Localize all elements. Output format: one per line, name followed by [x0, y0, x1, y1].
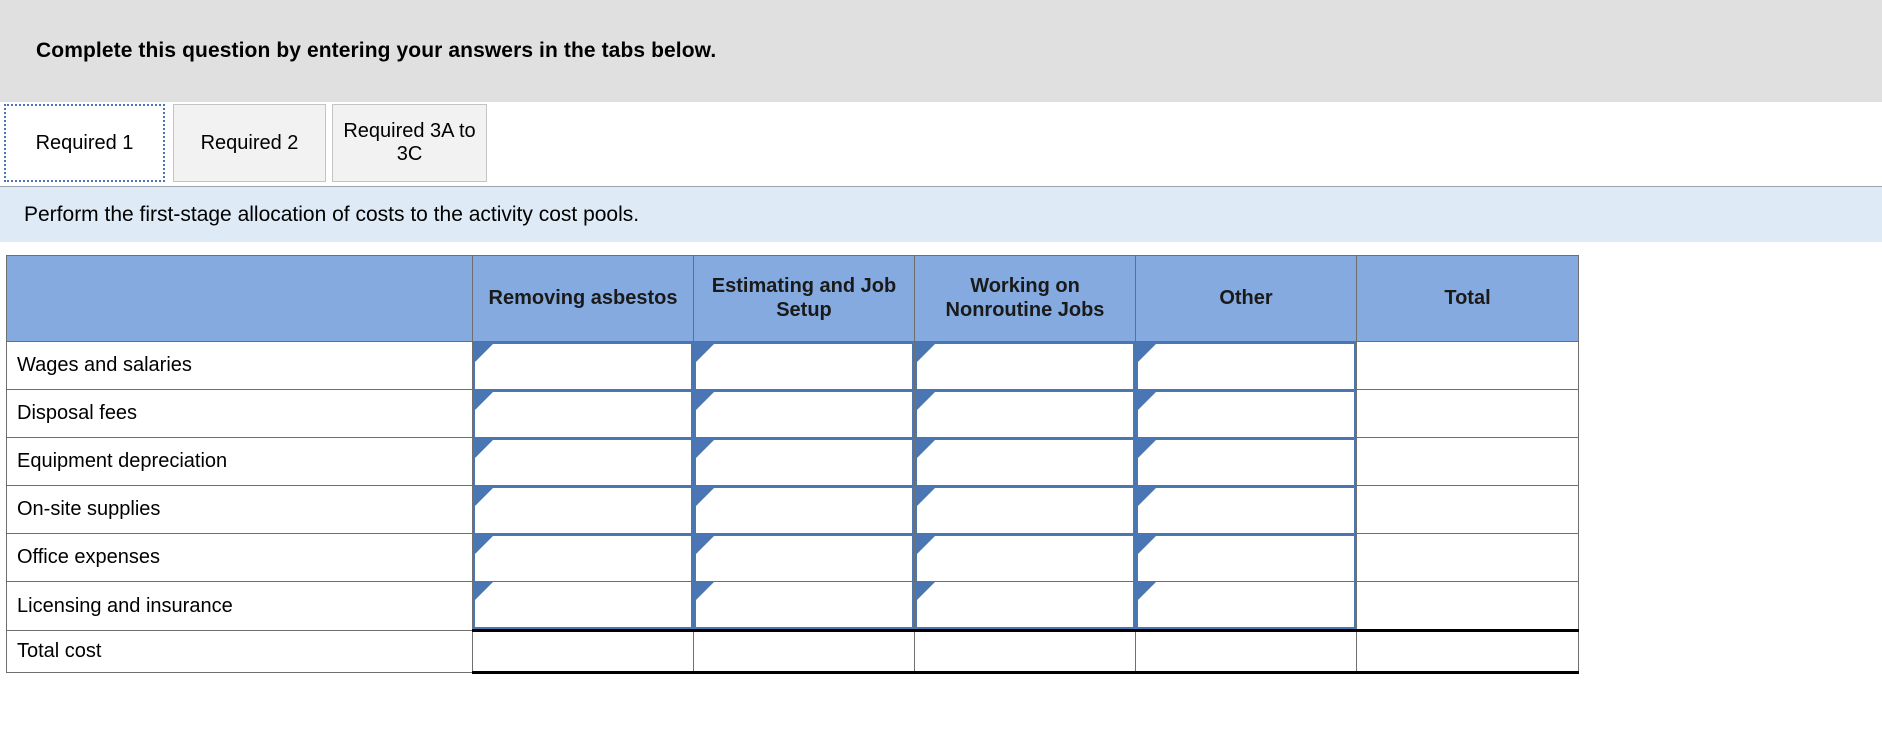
cell-onsite-nonroutine-jobs[interactable]	[914, 485, 1136, 534]
tab-required-3a-to-3c-label: Required 3A to 3C	[343, 120, 476, 165]
table-row: Office expenses	[6, 533, 1579, 582]
cell-wages-estimating-job-setup[interactable]	[693, 341, 915, 390]
row-label-equipment-depreciation: Equipment depreciation	[6, 437, 473, 486]
table-head: Removing asbestos Estimating and Job Set…	[6, 255, 1579, 342]
column-header-other: Other	[1135, 255, 1357, 342]
cell-disposal-other[interactable]	[1135, 389, 1357, 438]
question-banner: Complete this question by entering your …	[0, 0, 1882, 102]
row-label-disposal-fees: Disposal fees	[6, 389, 473, 438]
tab-required-1[interactable]: Required 1	[4, 104, 165, 182]
tab-required-3a-to-3c[interactable]: Required 3A to 3C	[332, 104, 487, 182]
banner-instruction-text: Complete this question by entering your …	[36, 39, 717, 62]
allocation-table-container: Removing asbestos Estimating and Job Set…	[0, 242, 1882, 674]
instruction-bar: Perform the first-stage allocation of co…	[0, 187, 1882, 242]
tab-required-1-label: Required 1	[35, 131, 134, 154]
row-label-wages-and-salaries: Wages and salaries	[6, 341, 473, 390]
input-disposal-removing-asbestos[interactable]	[473, 390, 693, 437]
input-wages-nonroutine-jobs[interactable]	[915, 342, 1135, 389]
column-header-estimating-and-job-setup: Estimating and Job Setup	[693, 255, 915, 342]
cell-onsite-removing-asbestos[interactable]	[472, 485, 694, 534]
input-disposal-estimating-job-setup[interactable]	[694, 390, 914, 437]
input-licensing-nonroutine-jobs[interactable]	[915, 582, 1135, 629]
table-body: Wages and salaries Disposal fees Equipme…	[6, 341, 1579, 674]
input-office-nonroutine-jobs[interactable]	[915, 534, 1135, 581]
input-wages-estimating-job-setup[interactable]	[694, 342, 914, 389]
cell-licensing-total	[1356, 581, 1579, 631]
cell-office-nonroutine-jobs[interactable]	[914, 533, 1136, 582]
row-label-office-expenses: Office expenses	[6, 533, 473, 582]
input-equipment-other[interactable]	[1136, 438, 1356, 485]
input-wages-removing-asbestos[interactable]	[473, 342, 693, 389]
tab-required-2-label: Required 2	[200, 131, 299, 154]
tab-list: Required 1 Required 2 Required 3A to 3C	[4, 104, 487, 182]
row-label-licensing-and-insurance: Licensing and insurance	[6, 581, 473, 631]
cell-office-removing-asbestos[interactable]	[472, 533, 694, 582]
table-row-total-cost: Total cost	[6, 629, 1579, 674]
row-label-total-cost: Total cost	[6, 630, 473, 673]
cell-equipment-other[interactable]	[1135, 437, 1357, 486]
cell-office-total	[1356, 533, 1579, 582]
cell-totalcost-other	[1135, 629, 1357, 674]
input-equipment-nonroutine-jobs[interactable]	[915, 438, 1135, 485]
cell-disposal-total	[1356, 389, 1579, 438]
cell-equipment-removing-asbestos[interactable]	[472, 437, 694, 486]
column-header-blank	[6, 255, 473, 342]
table-row: Equipment depreciation	[6, 437, 1579, 486]
tab-required-2[interactable]: Required 2	[173, 104, 326, 182]
cell-equipment-nonroutine-jobs[interactable]	[914, 437, 1136, 486]
cell-wages-other[interactable]	[1135, 341, 1357, 390]
table-row: Wages and salaries	[6, 341, 1579, 390]
tab-strip: Required 1 Required 2 Required 3A to 3C	[0, 102, 1882, 187]
allocation-table: Removing asbestos Estimating and Job Set…	[6, 255, 1579, 674]
cell-totalcost-total	[1356, 629, 1579, 674]
table-row: On-site supplies	[6, 485, 1579, 534]
cell-disposal-estimating-job-setup[interactable]	[693, 389, 915, 438]
cell-office-estimating-job-setup[interactable]	[693, 533, 915, 582]
column-header-total: Total	[1356, 255, 1579, 342]
input-onsite-estimating-job-setup[interactable]	[694, 486, 914, 533]
input-disposal-nonroutine-jobs[interactable]	[915, 390, 1135, 437]
input-onsite-other[interactable]	[1136, 486, 1356, 533]
column-header-removing-asbestos: Removing asbestos	[472, 255, 694, 342]
input-office-other[interactable]	[1136, 534, 1356, 581]
input-office-removing-asbestos[interactable]	[473, 534, 693, 581]
input-licensing-estimating-job-setup[interactable]	[694, 582, 914, 629]
input-equipment-estimating-job-setup[interactable]	[694, 438, 914, 485]
input-wages-other[interactable]	[1136, 342, 1356, 389]
cell-licensing-estimating-job-setup[interactable]	[693, 581, 915, 631]
cell-equipment-estimating-job-setup[interactable]	[693, 437, 915, 486]
cell-equipment-total	[1356, 437, 1579, 486]
cell-licensing-other[interactable]	[1135, 581, 1357, 631]
table-row: Disposal fees	[6, 389, 1579, 438]
instruction-text: Perform the first-stage allocation of co…	[24, 202, 640, 226]
table-row: Licensing and insurance	[6, 581, 1579, 631]
input-licensing-removing-asbestos[interactable]	[473, 582, 693, 629]
input-onsite-removing-asbestos[interactable]	[473, 486, 693, 533]
cell-licensing-nonroutine-jobs[interactable]	[914, 581, 1136, 631]
cell-totalcost-nonroutine-jobs	[914, 629, 1136, 674]
cell-onsite-other[interactable]	[1135, 485, 1357, 534]
cell-onsite-total	[1356, 485, 1579, 534]
cell-totalcost-estimating-job-setup	[693, 629, 915, 674]
table-header-row: Removing asbestos Estimating and Job Set…	[6, 255, 1579, 342]
column-header-working-on-nonroutine-jobs: Working on Nonroutine Jobs	[914, 255, 1136, 342]
cell-wages-total	[1356, 341, 1579, 390]
cell-office-other[interactable]	[1135, 533, 1357, 582]
cell-totalcost-removing-asbestos	[472, 629, 694, 674]
cell-disposal-removing-asbestos[interactable]	[472, 389, 694, 438]
row-label-on-site-supplies: On-site supplies	[6, 485, 473, 534]
input-equipment-removing-asbestos[interactable]	[473, 438, 693, 485]
input-onsite-nonroutine-jobs[interactable]	[915, 486, 1135, 533]
cell-onsite-estimating-job-setup[interactable]	[693, 485, 915, 534]
input-disposal-other[interactable]	[1136, 390, 1356, 437]
cell-disposal-nonroutine-jobs[interactable]	[914, 389, 1136, 438]
cell-licensing-removing-asbestos[interactable]	[472, 581, 694, 631]
cell-wages-removing-asbestos[interactable]	[472, 341, 694, 390]
cell-wages-nonroutine-jobs[interactable]	[914, 341, 1136, 390]
input-licensing-other[interactable]	[1136, 582, 1356, 629]
input-office-estimating-job-setup[interactable]	[694, 534, 914, 581]
